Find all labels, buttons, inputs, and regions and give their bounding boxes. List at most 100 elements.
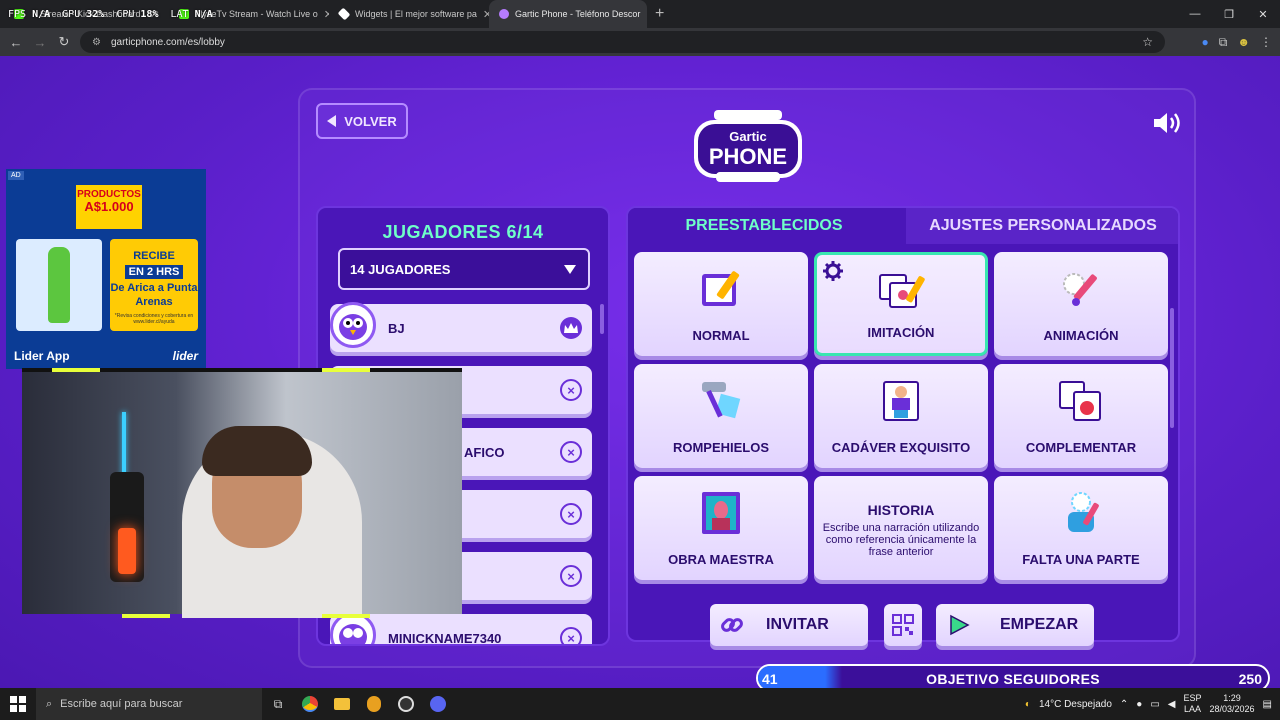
weather-text[interactable]: 14°C Despejado xyxy=(1039,699,1112,710)
player-limit-select[interactable]: 14 JUGADORES xyxy=(338,248,590,290)
gartic-phone-logo: Gartic PHONE xyxy=(694,110,802,182)
link-icon xyxy=(721,618,743,632)
mode-card-icebreaker[interactable]: ROMPEHIELOS xyxy=(634,364,808,468)
masterpiece-icon xyxy=(702,492,740,534)
notifications-icon[interactable]: ▤ xyxy=(1263,699,1272,710)
search-placeholder: Escribe aquí para buscar xyxy=(60,698,183,710)
game-modes-panel: PREESTABLECIDOS AJUSTES PERSONALIZADOS N… xyxy=(626,206,1180,642)
mode-card-complement[interactable]: COMPLEMENTAR xyxy=(994,364,1168,468)
bird-avatar-icon xyxy=(339,624,367,644)
host-crown-icon xyxy=(560,317,582,339)
file-explorer-icon[interactable] xyxy=(326,688,358,720)
forward-nav-icon[interactable]: → xyxy=(28,35,52,50)
clock[interactable]: 1:29 28/03/2026 xyxy=(1210,693,1255,715)
kick-player-button[interactable]: × xyxy=(560,441,582,463)
profile-avatar-icon[interactable]: ☻ xyxy=(1237,35,1250,49)
invite-button[interactable]: INVITAR xyxy=(710,604,868,646)
url-bar[interactable]: ⚙ garticphone.com/es/lobby ☆ xyxy=(80,31,1165,53)
ad-brand-right: lider xyxy=(172,349,198,363)
gartic-favicon-icon xyxy=(499,9,509,19)
qr-code-button[interactable] xyxy=(884,604,922,646)
start-button[interactable]: EMPEZAR xyxy=(936,604,1094,646)
discord-taskbar-icon[interactable] xyxy=(422,688,454,720)
follower-goal-target: 250 xyxy=(1238,671,1262,687)
site-info-icon[interactable]: ⚙ xyxy=(92,37,101,48)
minimize-icon[interactable]: — xyxy=(1178,0,1212,28)
mode-card-missing-piece[interactable]: FALTA UNA PARTE xyxy=(994,476,1168,580)
sound-icon[interactable] xyxy=(1152,110,1184,136)
kick-player-button[interactable]: × xyxy=(560,379,582,401)
chrome-taskbar-icon[interactable] xyxy=(294,688,326,720)
follower-goal-bar: 41 OBJETIVO SEGUIDORES 250 xyxy=(756,664,1270,688)
modes-scrollbar[interactable] xyxy=(1170,308,1174,428)
player-name: MINICKNAME7340 xyxy=(388,630,502,646)
mode-label: ROMPEHIELOS xyxy=(672,440,770,455)
new-tab-button[interactable]: + xyxy=(655,5,664,23)
language-indicator[interactable]: ESP LAA xyxy=(1183,693,1201,715)
back-arrow-icon xyxy=(327,115,337,127)
tab-label: FlyzeTv Stream - Watch Live o xyxy=(195,9,318,19)
normal-icon xyxy=(702,271,740,306)
advertisement-banner[interactable]: AD PRODUCTOS A$1.000 RECIBE EN 2 HRS De … xyxy=(6,169,206,369)
dropdown-arrow-icon xyxy=(564,265,576,274)
kick-player-button[interactable]: × xyxy=(560,565,582,587)
mode-card-imitation[interactable]: IMITACIÓN xyxy=(814,252,988,356)
microphone-icon[interactable]: ● xyxy=(1136,699,1142,710)
menu-kebab-icon[interactable]: ⋮ xyxy=(1260,35,1272,49)
mode-label: NORMAL xyxy=(692,328,750,343)
back-nav-icon[interactable]: ← xyxy=(4,35,28,50)
tab-presets[interactable]: PREESTABLECIDOS xyxy=(628,208,900,244)
invite-label: INVITAR xyxy=(766,616,829,633)
gear-icon[interactable] xyxy=(823,261,843,281)
extension-icon[interactable]: ● xyxy=(1202,35,1209,49)
close-tab-icon[interactable]: ✕ xyxy=(646,8,647,21)
start-button[interactable] xyxy=(0,688,36,720)
reload-icon[interactable]: ↻ xyxy=(52,34,76,50)
window-controls: — ❐ ✕ xyxy=(1178,0,1280,28)
extensions-puzzle-icon[interactable]: ⧉ xyxy=(1219,35,1228,50)
svg-text:PHONE: PHONE xyxy=(709,144,787,169)
task-view-icon[interactable]: ⧉ xyxy=(262,688,294,720)
taskbar-search[interactable]: ⌕ Escribe aquí para buscar xyxy=(36,688,262,720)
start-label: EMPEZAR xyxy=(1000,616,1079,633)
webcam-frame-accent xyxy=(122,614,170,618)
restore-icon[interactable]: ❐ xyxy=(1212,0,1246,28)
app-taskbar-icon[interactable] xyxy=(358,688,390,720)
player-row: MINICKNAME7340 × xyxy=(330,612,592,646)
tab-custom-settings[interactable]: AJUSTES PERSONALIZADOS xyxy=(906,208,1178,244)
volume-icon[interactable]: ◀ xyxy=(1168,699,1176,710)
tab-label: Widgets | El mejor software pa xyxy=(355,9,477,19)
exquisite-corpse-icon xyxy=(883,381,919,421)
address-bar-row: ← → ↻ ⚙ garticphone.com/es/lobby ☆ ● ⧉ ☻… xyxy=(0,28,1280,56)
mode-card-animation[interactable]: ANIMACIÓN xyxy=(994,252,1168,356)
streamer-hair xyxy=(202,426,312,476)
kick-player-button[interactable]: × xyxy=(560,627,582,644)
svg-text:Gartic: Gartic xyxy=(729,129,767,144)
players-scrollbar[interactable] xyxy=(600,304,604,334)
tab-gartic-phone[interactable]: Gartic Phone - Teléfono Descor ✕ xyxy=(489,0,647,28)
mode-card-normal[interactable]: NORMAL xyxy=(634,252,808,356)
weather-icon: ◐ xyxy=(1024,698,1031,710)
missing-piece-icon xyxy=(1068,492,1099,532)
webcam-overlay xyxy=(22,368,462,618)
mode-card-story[interactable]: HISTORIA Escribe una narración utilizand… xyxy=(814,476,988,580)
mode-card-masterpiece[interactable]: OBRA MAESTRA xyxy=(634,476,808,580)
imitation-icon xyxy=(879,274,925,308)
mode-label: IMITACIÓN xyxy=(867,325,935,340)
follower-goal-label: OBJETIVO SEGUIDORES xyxy=(926,671,1100,687)
mode-label: ANIMACIÓN xyxy=(1043,328,1119,343)
bookmark-star-icon[interactable]: ☆ xyxy=(1142,35,1153,49)
tab-widgets[interactable]: Widgets | El mejor software pa ✕ xyxy=(329,0,489,28)
webcam-frame-accent xyxy=(322,614,370,618)
qr-code-icon xyxy=(892,614,914,636)
obs-taskbar-icon[interactable] xyxy=(390,688,422,720)
mode-label: HISTORIA xyxy=(867,502,935,518)
mode-card-exquisite-corpse[interactable]: CADÁVER EXQUISITO xyxy=(814,364,988,468)
kick-player-button[interactable]: × xyxy=(560,503,582,525)
gartic-lobby-page: VOLVER Gartic PHONE JUGADORES 6/14 14 JU… xyxy=(0,56,1280,688)
network-icon[interactable]: ▭ xyxy=(1150,699,1159,710)
tray-chevron-icon[interactable]: ⌃ xyxy=(1120,699,1128,710)
back-button[interactable]: VOLVER xyxy=(316,103,408,139)
close-window-icon[interactable]: ✕ xyxy=(1246,0,1280,28)
player-name: BJ xyxy=(388,320,405,336)
